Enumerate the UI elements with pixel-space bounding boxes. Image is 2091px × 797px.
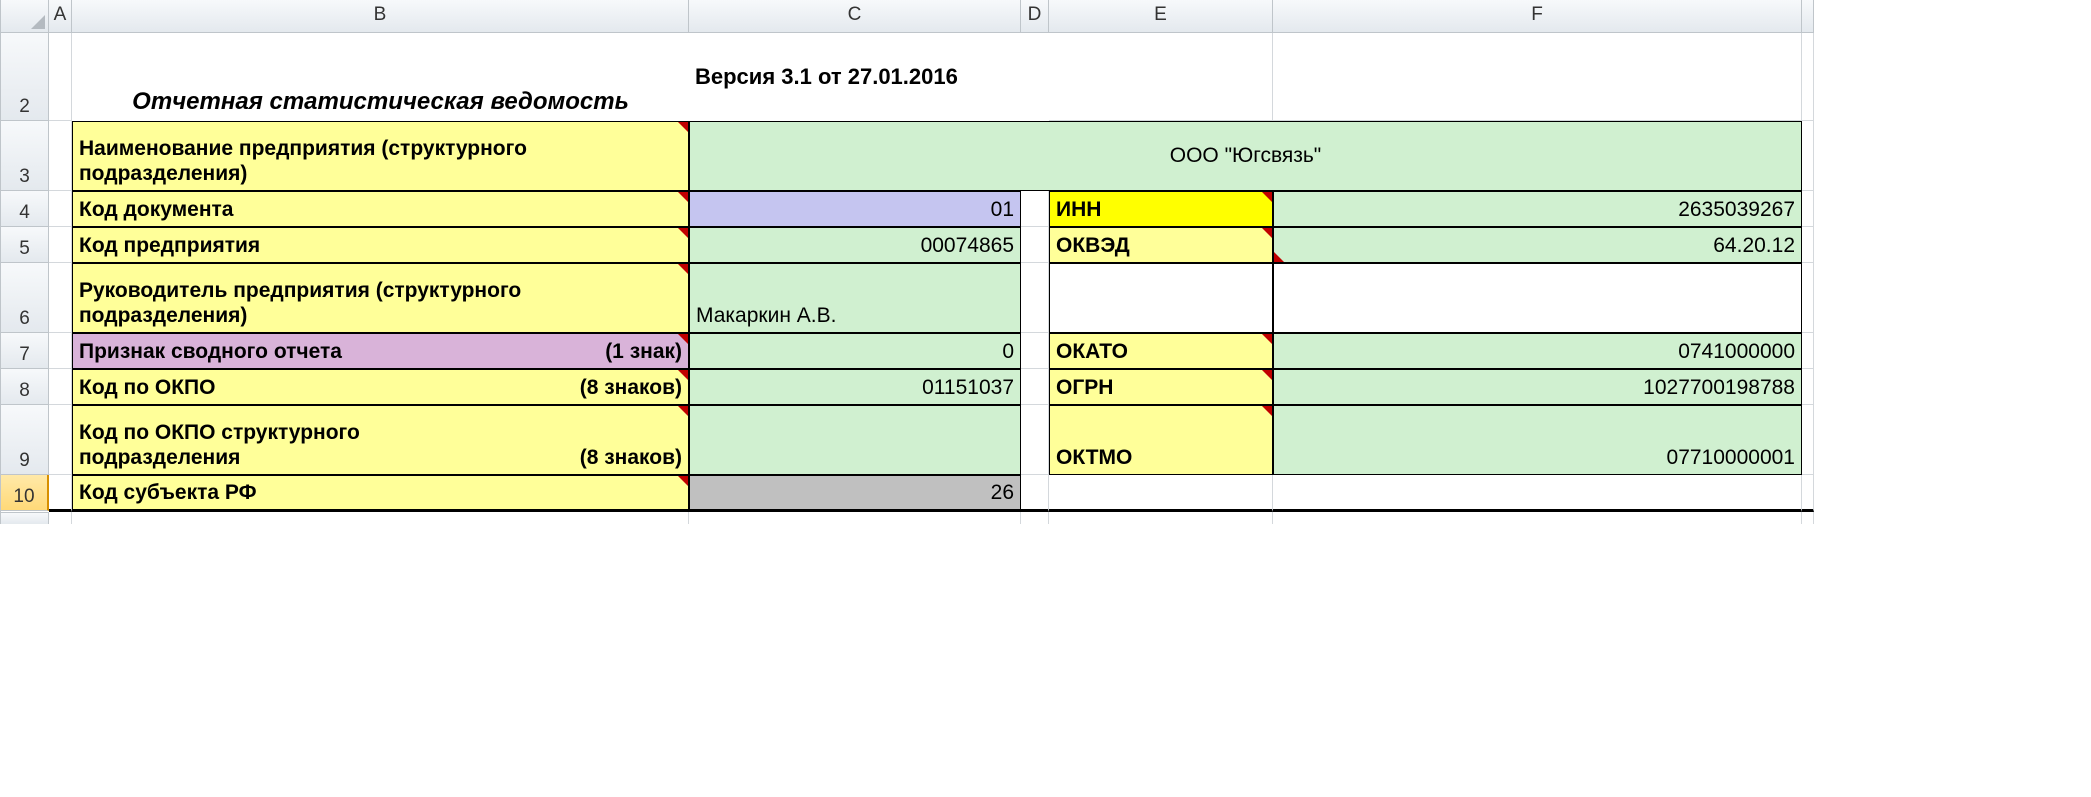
value-summary-flag[interactable]: 0: [689, 333, 1021, 369]
label-summary-flag[interactable]: Признак сводного отчета(1 знак): [72, 333, 689, 369]
label-ent-code[interactable]: Код предприятия: [72, 227, 689, 263]
value-okpo-struct[interactable]: [689, 405, 1021, 475]
label-company-name[interactable]: Наименование предприятия (структурного п…: [72, 121, 689, 191]
col-header-D[interactable]: D: [1021, 0, 1049, 33]
value-inn[interactable]: 2635039267: [1273, 191, 1802, 227]
spreadsheet-grid: A B C D E F 2 Отчетная статистическая ве…: [0, 0, 2091, 524]
value-ent-code[interactable]: 00074865: [689, 227, 1021, 263]
row-header-8[interactable]: 8: [1, 369, 49, 405]
col-header-A[interactable]: A: [49, 0, 72, 33]
label-subj-rf[interactable]: Код субъекта РФ: [72, 475, 689, 512]
label-okved[interactable]: ОКВЭД: [1049, 227, 1273, 263]
label-head[interactable]: Руководитель предприятия (структурного п…: [72, 263, 689, 333]
error-marker-icon[interactable]: [1274, 252, 1284, 262]
row-header-4[interactable]: 4: [1, 191, 49, 227]
value-okpo[interactable]: 01151037: [689, 369, 1021, 405]
comment-marker-icon[interactable]: [1262, 406, 1272, 416]
comment-marker-icon[interactable]: [678, 334, 688, 344]
label-okpo-struct[interactable]: Код по ОКПО структурного подразделения(8…: [72, 405, 689, 475]
comment-marker-icon[interactable]: [678, 228, 688, 238]
comment-marker-icon[interactable]: [678, 406, 688, 416]
version-text: Версия 3.1 от 27.01.2016: [689, 33, 1049, 121]
label-okato[interactable]: ОКАТО: [1049, 333, 1273, 369]
row-header-2[interactable]: 2: [1, 33, 49, 121]
value-doc-code[interactable]: 01: [689, 191, 1021, 227]
row-header-3[interactable]: 3: [1, 121, 49, 191]
value-head[interactable]: Макаркин А.В.: [689, 263, 1021, 333]
report-title: Отчетная статистическая ведомость: [72, 33, 689, 121]
label-inn[interactable]: ИНН: [1049, 191, 1273, 227]
row-header-10[interactable]: 10: [1, 475, 49, 511]
label-oktmo[interactable]: ОКТМО: [1049, 405, 1273, 475]
comment-marker-icon[interactable]: [678, 264, 688, 274]
label-okpo[interactable]: Код по ОКПО(8 знаков): [72, 369, 689, 405]
comment-marker-icon[interactable]: [678, 370, 688, 380]
label-doc-code[interactable]: Код документа: [72, 191, 689, 227]
col-header-C[interactable]: C: [689, 0, 1021, 33]
select-all-corner[interactable]: [1, 0, 49, 33]
value-okved[interactable]: 64.20.12: [1273, 227, 1802, 263]
value-oktmo[interactable]: 07710000001: [1273, 405, 1802, 475]
comment-marker-icon[interactable]: [678, 122, 688, 132]
comment-marker-icon[interactable]: [1262, 370, 1272, 380]
value-company-name[interactable]: ООО "Югсвязь": [689, 121, 1802, 191]
label-ogrn[interactable]: ОГРН: [1049, 369, 1273, 405]
row-header-5[interactable]: 5: [1, 227, 49, 263]
value-subj-rf[interactable]: 26: [689, 475, 1021, 512]
col-header-E[interactable]: E: [1049, 0, 1273, 33]
value-ogrn[interactable]: 1027700198788: [1273, 369, 1802, 405]
empty-cell-f6[interactable]: [1273, 263, 1802, 333]
row-header-7[interactable]: 7: [1, 333, 49, 369]
col-header-B[interactable]: B: [72, 0, 689, 33]
comment-marker-icon[interactable]: [1262, 228, 1272, 238]
row-header-6[interactable]: 6: [1, 263, 49, 333]
comment-marker-icon[interactable]: [1262, 334, 1272, 344]
comment-marker-icon[interactable]: [678, 192, 688, 202]
comment-marker-icon[interactable]: [678, 476, 688, 486]
row-header-9[interactable]: 9: [1, 405, 49, 475]
col-header-F[interactable]: F: [1273, 0, 1802, 33]
comment-marker-icon[interactable]: [1262, 192, 1272, 202]
empty-cell-e6[interactable]: [1049, 263, 1273, 333]
col-header-extra[interactable]: [1802, 0, 1814, 33]
value-okato[interactable]: 0741000000: [1273, 333, 1802, 369]
